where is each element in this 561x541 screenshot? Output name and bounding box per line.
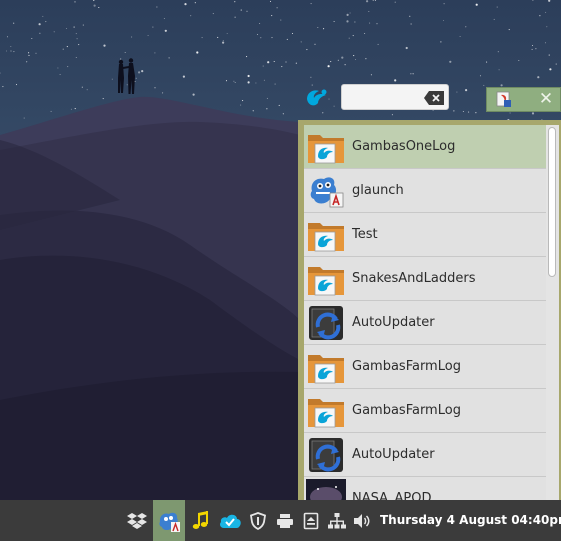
list-item[interactable]: Test bbox=[304, 213, 546, 257]
search-input[interactable] bbox=[346, 88, 424, 106]
list-scrollbar[interactable] bbox=[546, 125, 559, 500]
gambas-folder-icon bbox=[306, 127, 346, 167]
clock[interactable]: Thursday 4 August 04:40pm bbox=[380, 500, 561, 541]
app-window-icon bbox=[495, 90, 513, 108]
couple-silhouette bbox=[118, 58, 135, 94]
gambas-folder-icon bbox=[306, 347, 346, 387]
autoupdater-icon bbox=[306, 303, 346, 343]
list-item-label: GambasFarmLog bbox=[352, 359, 461, 374]
gambas-folder-icon bbox=[306, 391, 346, 431]
search-box[interactable] bbox=[341, 84, 449, 110]
taskbar: Thursday 4 August 04:40pm bbox=[0, 500, 561, 541]
list-item-label: GambasOneLog bbox=[352, 139, 456, 154]
gambas-launcher-icon[interactable] bbox=[304, 87, 330, 109]
shield-icon[interactable] bbox=[247, 500, 269, 541]
list-item[interactable]: SnakesAndLadders bbox=[304, 257, 546, 301]
list-item[interactable]: AutoUpdater bbox=[304, 433, 546, 477]
list-item-label: SnakesAndLadders bbox=[352, 271, 476, 286]
clear-icon[interactable] bbox=[424, 90, 444, 105]
list-item-label: glaunch bbox=[352, 183, 404, 198]
list-item[interactable]: GambasFarmLog bbox=[304, 389, 546, 433]
volume-icon[interactable] bbox=[351, 500, 373, 541]
gambas-folder-icon bbox=[306, 259, 346, 299]
printer-icon[interactable] bbox=[274, 500, 296, 541]
nasa-apod-icon bbox=[306, 479, 346, 500]
autoupdater-icon bbox=[306, 435, 346, 475]
list-item-label: NASA_APOD bbox=[352, 491, 432, 500]
recent-apps-list[interactable]: GambasOneLog glaunch Test SnakesAndLadde… bbox=[304, 125, 546, 500]
network-icon[interactable] bbox=[326, 500, 348, 541]
list-item[interactable]: AutoUpdater bbox=[304, 301, 546, 345]
glaunch-icon bbox=[306, 171, 346, 211]
cloud-sync-icon[interactable] bbox=[216, 500, 244, 541]
list-item[interactable]: GambasFarmLog bbox=[304, 345, 546, 389]
list-item-label: AutoUpdater bbox=[352, 447, 435, 462]
list-item-label: GambasFarmLog bbox=[352, 403, 461, 418]
music-icon[interactable] bbox=[188, 500, 212, 541]
list-item[interactable]: glaunch bbox=[304, 169, 546, 213]
dropbox-icon[interactable] bbox=[124, 500, 150, 541]
close-icon[interactable]: ✕ bbox=[537, 90, 555, 108]
eject-icon[interactable] bbox=[300, 500, 322, 541]
list-item[interactable]: NASA_APOD bbox=[304, 477, 546, 500]
list-item-label: AutoUpdater bbox=[352, 315, 435, 330]
list-item[interactable]: GambasOneLog bbox=[304, 125, 546, 169]
gambas-folder-icon bbox=[306, 215, 346, 255]
window-button[interactable]: ✕ bbox=[486, 87, 561, 112]
gambas-launcher-icon[interactable] bbox=[153, 500, 185, 541]
scrollbar-thumb[interactable] bbox=[548, 127, 556, 277]
list-item-label: Test bbox=[352, 227, 378, 242]
